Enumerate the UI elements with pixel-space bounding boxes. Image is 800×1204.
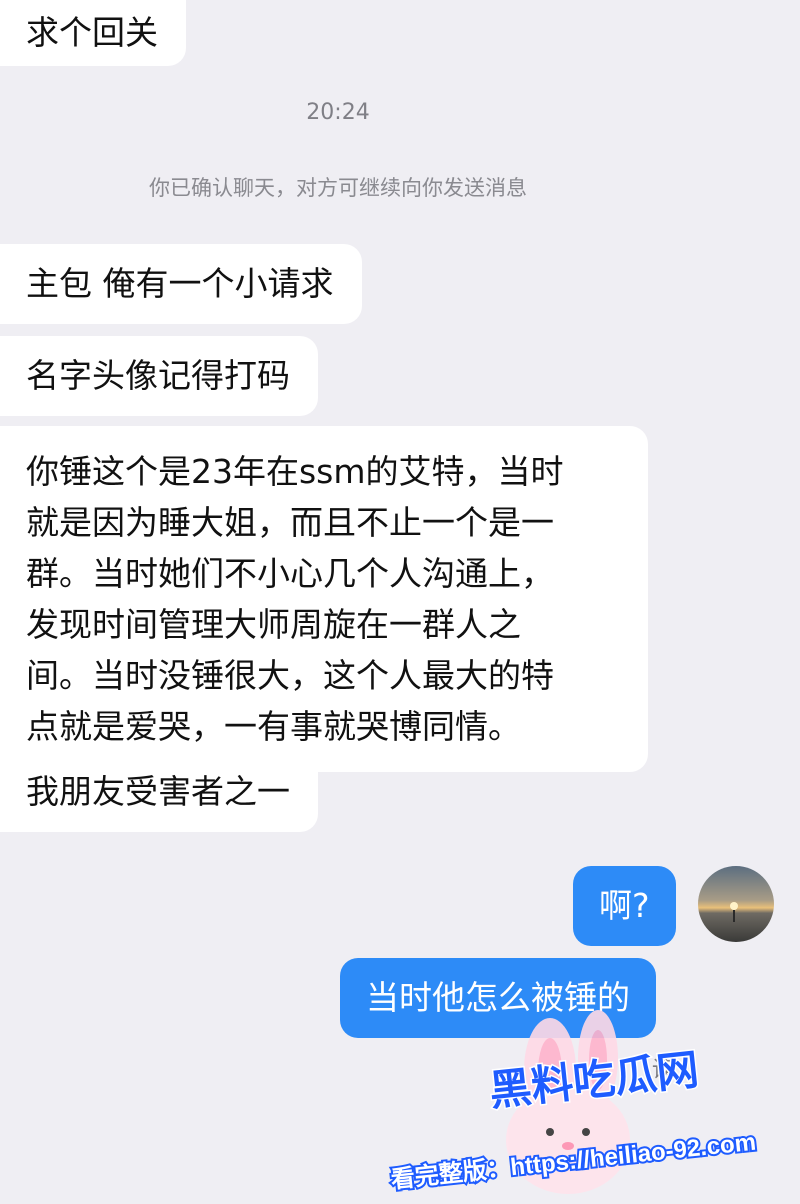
avatar-image: [698, 866, 774, 942]
message-text-line: 你锤这个是23年在ssm的艾特，当时: [26, 452, 564, 491]
message-text-line: 就是因为睡大姐，而且不止一个是一: [26, 503, 554, 542]
message-bubble-incoming[interactable]: 求个回关: [0, 0, 186, 66]
message-text: 啊?: [599, 886, 650, 925]
system-notice: 你已确认聊天，对方可继续向你发送消息: [149, 176, 527, 200]
message-text-line: 间。当时没锤很大，这个人最大的特: [26, 656, 554, 695]
message-text: 我朋友受害者之一: [26, 772, 290, 811]
message-text: 求个回关: [26, 13, 158, 52]
message-bubble-incoming[interactable]: 我朋友受害者之一: [0, 752, 318, 832]
message-bubble-incoming-long[interactable]: 你锤这个是23年在ssm的艾特，当时 就是因为睡大姐，而且不止一个是一 群。当时…: [0, 426, 648, 772]
message-text: 主包 俺有一个小请求: [26, 264, 334, 303]
message-bubble-outgoing[interactable]: 啊?: [573, 866, 676, 946]
message-bubble-incoming[interactable]: 名字头像记得打码: [0, 336, 318, 416]
message-bubble-incoming[interactable]: 主包 俺有一个小请求: [0, 244, 362, 324]
chat-view: 求个回关 20:24 你已确认聊天，对方可继续向你发送消息 主包 俺有一个小请求…: [0, 0, 800, 1200]
watermark-graphic: 黑料吃瓜网 看完整版：https://heiliao-92.com: [388, 1010, 759, 1196]
user-avatar[interactable]: [698, 866, 774, 942]
message-text-line: 群。当时她们不小心几个人沟通上，: [26, 554, 554, 593]
watermark: 黑料吃瓜网 看完整版：https://heiliao-92.com: [380, 1000, 800, 1200]
message-text-line: 点就是爱哭，一有事就哭博同情。: [26, 707, 521, 746]
message-text: 名字头像记得打码: [26, 356, 290, 395]
message-timestamp: 20:24: [306, 100, 370, 125]
message-text-line: 发现时间管理大师周旋在一群人之: [26, 605, 521, 644]
